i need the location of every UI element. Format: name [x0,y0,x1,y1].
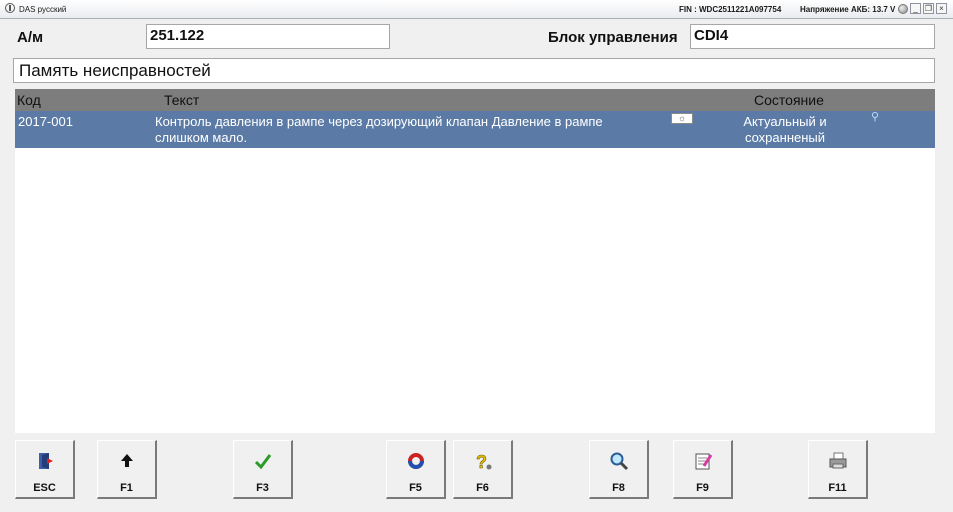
status-indicator-icon [898,4,908,14]
environment-data-icon[interactable]: ☼ [671,113,693,124]
f3-button[interactable]: F3 [233,440,293,499]
ecu-field: CDI4 [690,24,935,49]
page-title: Память неисправностей [13,58,935,83]
f11-button[interactable]: F11 [808,440,868,499]
arrow-up-icon [98,450,155,474]
f8-label: F8 [612,482,625,494]
app-logo-icon [5,3,15,13]
f11-label: F11 [828,482,847,494]
fault-state: Актуальный и сохранненый [743,114,827,145]
esc-label: ESC [33,482,56,494]
function-key-bar: ESC F1 F3 F5 ? F6 F8 F9 F11 [0,437,953,512]
close-icon[interactable]: × [936,3,947,14]
help-icon: ? [454,450,511,474]
f8-button[interactable]: F8 [589,440,649,499]
svg-text:?: ? [476,452,487,472]
header-state: Состояние [754,92,824,108]
table-row[interactable]: 2017-001 Контроль давления в рампе через… [15,111,935,148]
fin-display: FIN : WDC2511221A097754 [679,5,782,14]
esc-button[interactable]: ESC [15,440,75,499]
f5-button[interactable]: F5 [386,440,446,499]
f1-label: F1 [120,482,133,494]
model-label: А/м [17,29,44,46]
exit-door-icon [16,450,73,474]
title-bar: DAS русский FIN : WDC2511221A097754 Напр… [0,0,953,19]
f1-button[interactable]: F1 [97,440,157,499]
notepad-icon [674,450,731,474]
header-code: Код [17,92,41,108]
model-field: 251.122 [146,24,390,49]
battery-voltage: Напряжение АКБ: 13.7 V [800,5,896,14]
ecu-label: Блок управления [548,29,678,46]
f5-label: F5 [409,482,422,494]
checkmark-icon [234,450,291,474]
fault-text: Контроль давления в рампе через дозирующ… [155,114,603,145]
minimize-icon[interactable]: _ [910,3,921,14]
fault-table: Код Текст Состояние 2017-001 Контроль да… [15,89,935,433]
f9-button[interactable]: F9 [673,440,733,499]
f9-label: F9 [696,482,709,494]
f6-button[interactable]: ? F6 [453,440,513,499]
magnifier-icon [590,450,647,474]
restore-icon[interactable]: ❐ [923,3,934,14]
refresh-icon [387,450,444,474]
table-header: Код Текст Состояние [15,89,935,111]
window-title: DAS русский [19,5,67,14]
f3-label: F3 [256,482,269,494]
header-text: Текст [164,92,200,108]
f6-label: F6 [476,482,489,494]
details-magnifier-icon[interactable]: ⚲ [871,111,883,123]
fault-code: 2017-001 [18,114,73,129]
printer-icon [809,450,866,474]
